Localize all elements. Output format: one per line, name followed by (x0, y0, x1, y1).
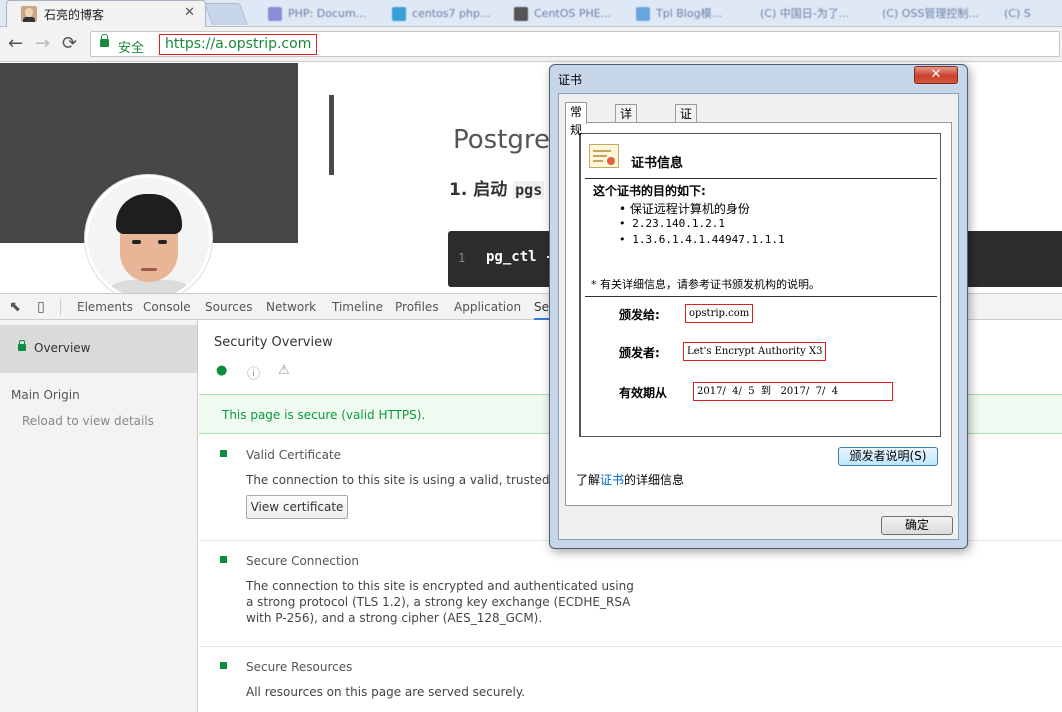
secure-label[interactable]: 安全 (118, 37, 144, 56)
divider (585, 178, 937, 179)
section-secure-resources: Secure Resources All resources on this p… (199, 647, 1062, 712)
issuer-note: * 有关详细信息，请参考证书颁发机构的说明。 (591, 278, 820, 291)
certificate-info-box: 证书信息 这个证书的目的如下: • 保证远程计算机的身份 • 2.23.140.… (579, 133, 941, 437)
lock-icon (18, 340, 26, 351)
blog-sidebar (0, 63, 298, 293)
page-favicon-icon (636, 7, 650, 21)
learn-more-text: 了解证书的详细信息 (576, 473, 685, 487)
info-icon: ⓘ (247, 367, 261, 382)
dialog-close-button[interactable]: ✕ (914, 66, 958, 84)
article-accent-bar (329, 95, 334, 175)
ok-button[interactable]: 确定 (881, 516, 953, 535)
background-tab[interactable]: CentOS PHE... (514, 0, 626, 27)
url-text[interactable]: https://a.opstrip.com (159, 34, 318, 55)
validity-label: 有效期从 (619, 386, 668, 400)
page-favicon-icon (514, 7, 528, 21)
device-toolbar-icon[interactable]: ▯ (33, 299, 49, 315)
purpose-item: • 保证远程计算机的身份 (619, 202, 750, 216)
tab-sources[interactable]: Sources (205, 294, 252, 320)
reload-button[interactable]: ⟳ (62, 33, 77, 55)
status-badge (220, 450, 227, 457)
tab-close-icon[interactable]: ✕ (184, 5, 195, 20)
status-badge (220, 662, 227, 669)
certificate-dialog: 证书 ✕ 常规 详细信息 证书路径 证书信息 这个证书的目的如下: • 保证远程… (549, 64, 968, 549)
php-favicon-icon (268, 7, 282, 21)
section-title: Secure Connection (246, 554, 359, 568)
background-tab[interactable]: (C) 中国日-为了... (760, 0, 872, 27)
view-certificate-button[interactable]: View certificate (246, 495, 348, 519)
divider (60, 299, 61, 315)
background-tab[interactable]: PHP: Docum... (268, 0, 380, 27)
issued-to-value: opstrip.com (685, 304, 754, 323)
article-title: Postgre (453, 125, 551, 155)
browser-toolbar: ← → ⟳ 安全 https://a.opstrip.com (0, 27, 1062, 62)
tab-elements[interactable]: Elements (77, 294, 133, 320)
tab-timeline[interactable]: Timeline (332, 294, 383, 320)
tab-details[interactable]: 详细信息 (615, 104, 638, 175)
section-description: The connection to this site is encrypted… (246, 579, 634, 625)
sidebar-item-label: Overview (34, 341, 91, 355)
warning-icon: ⚠ (278, 363, 290, 378)
tab-profiles[interactable]: Profiles (395, 294, 439, 320)
tab-cert-path[interactable]: 证书路径 (675, 104, 698, 175)
tab-title: 石亮的博客 (44, 8, 105, 22)
learn-certificate-link[interactable]: 证书 (600, 473, 624, 487)
issued-to-label: 颁发给: (619, 308, 660, 322)
section-description: All resources on this page are served se… (246, 685, 526, 699)
blog-favicon-icon (21, 6, 37, 22)
forward-button[interactable]: → (35, 33, 50, 55)
tab-application[interactable]: Application (454, 294, 521, 320)
dialog-title: 证书 (558, 73, 583, 87)
tab-active[interactable]: 石亮的博客 ✕ (6, 0, 206, 27)
certificate-icon (589, 144, 619, 168)
section-title: Secure Resources (246, 660, 353, 674)
tab-security[interactable]: Se (534, 294, 549, 320)
issued-by-label: 颁发者: (619, 346, 660, 360)
sidebar-item-overview[interactable]: Overview (0, 325, 197, 373)
certificate-info-title: 证书信息 (631, 156, 684, 171)
issuer-statement-button[interactable]: 颁发者说明(S) (838, 447, 938, 466)
lock-icon (100, 34, 109, 47)
background-tab[interactable]: Tpl Blog模... (636, 0, 748, 27)
validity-value: 2017/ 4/ 5 到 2017/ 7/ 4 (693, 382, 893, 401)
section-secure-connection: Secure Connection The connection to this… (199, 541, 1062, 647)
secure-banner-text: This page is secure (valid HTTPS). (222, 408, 426, 422)
main-origin-heading: Main Origin (11, 388, 80, 402)
code-line-number: 1 (458, 251, 466, 265)
code-text: pg_ctl - (486, 249, 554, 265)
page-favicon-icon (392, 7, 406, 21)
background-tab[interactable]: (C) OSS管理控制... (882, 0, 994, 27)
avatar[interactable] (85, 175, 212, 293)
article-subheading: 1. 启动 pgs (449, 180, 545, 200)
browser-tabstrip: 石亮的博客 ✕ PHP: Docum... centos7 php... Cen… (0, 0, 1062, 27)
tab-network[interactable]: Network (266, 294, 316, 320)
dialog-body: 常规 详细信息 证书路径 证书信息 这个证书的目的如下: • 保证远程计算机的身… (558, 93, 959, 540)
tab-general[interactable]: 常规 (565, 102, 588, 137)
background-tab[interactable]: centos7 php... (392, 0, 504, 27)
status-badge (220, 556, 227, 563)
security-sidebar: Overview Main Origin Reload to view deta… (0, 320, 198, 712)
issued-by-value: Let's Encrypt Authority X3 (683, 342, 827, 361)
tab-console[interactable]: Console (143, 294, 191, 320)
purpose-heading: 这个证书的目的如下: (593, 184, 706, 198)
back-button[interactable]: ← (8, 33, 23, 55)
reload-hint: Reload to view details (22, 414, 154, 428)
lock-icon: ● (216, 363, 228, 378)
purpose-item: • 1.3.6.1.4.1.44947.1.1.1 (619, 233, 785, 246)
divider (585, 296, 937, 297)
security-overview-title: Security Overview (214, 335, 333, 350)
new-tab-button[interactable] (203, 3, 249, 25)
background-tab[interactable]: (C) S (1004, 0, 1062, 27)
address-bar[interactable]: 安全 https://a.opstrip.com (90, 31, 1060, 57)
purpose-item: • 2.23.140.1.2.1 (619, 217, 725, 230)
general-panel: 证书信息 这个证书的目的如下: • 保证远程计算机的身份 • 2.23.140.… (565, 122, 952, 506)
inspect-element-icon[interactable]: ⬉ (7, 299, 23, 315)
section-title: Valid Certificate (246, 448, 342, 462)
